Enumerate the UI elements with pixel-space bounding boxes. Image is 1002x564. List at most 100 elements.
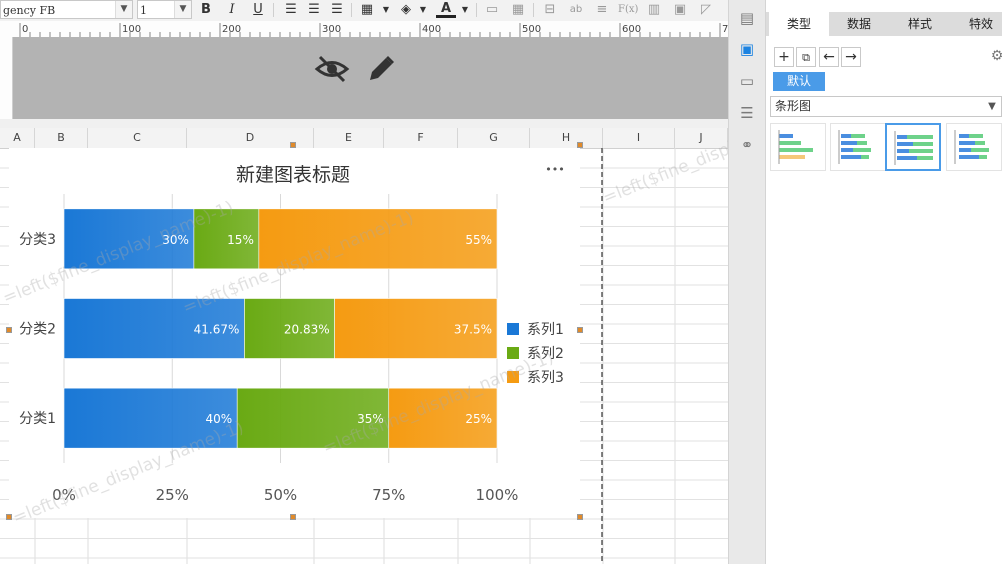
data-label: 55% (465, 233, 492, 247)
bar-style-thumbnail[interactable] (946, 123, 1002, 171)
widget-icon[interactable]: ▭ (737, 71, 757, 91)
bar-3d-icon (954, 130, 989, 164)
chevron-down-icon[interactable]: ▼ (455, 1, 475, 19)
default-chart-tab[interactable]: 默认 (773, 72, 825, 91)
data-label: 40% (206, 412, 233, 426)
bar-style-thumbnail[interactable] (885, 123, 941, 171)
category-label: 分类3 (19, 232, 56, 248)
thumb-bar (841, 155, 861, 159)
arrow-right-icon[interactable]: → (841, 47, 861, 67)
tab-effects[interactable]: 特效 (951, 12, 1002, 36)
thumb-bar (861, 155, 869, 159)
legend-label[interactable]: 系列3 (527, 370, 564, 386)
toolbar-divider (476, 3, 477, 17)
thumb-bar (857, 141, 867, 145)
grid-icon[interactable]: ▦ (508, 1, 528, 19)
data-label: 41.67% (194, 323, 240, 337)
hide-icon[interactable] (314, 53, 350, 85)
legend-swatch (507, 323, 519, 335)
legend-swatch (507, 371, 519, 383)
paragraph-icon[interactable]: ≡ (592, 1, 612, 19)
ruler-label: 600 (622, 24, 641, 35)
thumb-bar (779, 134, 793, 138)
copy-icon[interactable]: ⧉ (796, 47, 816, 67)
ruler-label: 0 (22, 24, 28, 35)
tab-data[interactable]: 数据 (829, 12, 889, 36)
thumb-bar (909, 149, 933, 153)
italic-button[interactable]: I (222, 1, 242, 19)
resize-handle[interactable] (290, 142, 296, 148)
chart-actions: + ⧉ ← → ⚙ (766, 44, 1002, 70)
cell-properties-icon[interactable]: ▤ (737, 8, 757, 28)
more-options-icon[interactable]: ••• (545, 163, 564, 176)
thumb-bar (907, 135, 933, 139)
legend-label[interactable]: 系列2 (527, 346, 564, 362)
chevron-down-icon[interactable]: ▼ (413, 1, 433, 19)
chevron-down-icon[interactable]: ▼ (983, 97, 1001, 116)
bar-percent-stacked-icon (894, 131, 933, 165)
font-family-select[interactable]: gency FB ▼ (0, 0, 133, 19)
underline-button[interactable]: U (248, 1, 268, 19)
formula-icon[interactable]: F(x) (618, 1, 638, 19)
font-size-select[interactable]: 1 ▼ (137, 0, 192, 19)
image-icon[interactable]: ▣ (670, 1, 690, 19)
resize-handle[interactable] (290, 514, 296, 520)
bar-segment[interactable] (258, 208, 498, 270)
align-right-icon[interactable]: ☰ (327, 1, 347, 19)
align-center-icon[interactable]: ☰ (304, 1, 324, 19)
clear-icon[interactable]: ◸ (696, 1, 716, 19)
thumb-bar (841, 148, 853, 152)
add-icon[interactable]: + (774, 47, 794, 67)
bar-chart[interactable]: 新建图表标题 ••• 0% 25% 50% 75% 100% 分类1 40% 35% 25% 分类2 4… (9, 148, 580, 518)
chevron-down-icon[interactable]: ▼ (174, 1, 191, 18)
tab-type[interactable]: 类型 (769, 12, 829, 36)
toolbar-divider (533, 3, 534, 17)
vertical-ruler (0, 37, 13, 119)
chevron-down-icon[interactable]: ▼ (376, 1, 396, 19)
thumb-bar (959, 134, 969, 138)
gear-icon[interactable]: ⚙ (987, 47, 1002, 67)
link-icon[interactable]: ⊟ (540, 1, 560, 19)
bar-style-thumbnail[interactable] (770, 123, 826, 171)
chart-type-value: 条形图 (775, 99, 812, 113)
border-icon[interactable]: ▦ (357, 1, 377, 19)
thumb-bar (897, 149, 909, 153)
thumb-bar (851, 134, 865, 138)
edit-pencil-icon[interactable] (365, 53, 397, 85)
category-label: 分类2 (19, 322, 56, 338)
text-icon[interactable]: ab (566, 1, 586, 19)
chart-icon[interactable]: ▥ (644, 1, 664, 19)
merge-cells-icon[interactable]: ▭ (482, 1, 502, 19)
tab-style[interactable]: 样式 (890, 12, 950, 36)
resize-handle[interactable] (577, 514, 583, 520)
align-left-icon[interactable]: ☰ (281, 1, 301, 19)
condition-icon[interactable]: ☰ (737, 103, 757, 123)
chart-properties-icon[interactable]: ▣ (737, 39, 757, 59)
bar-style-thumbnail[interactable] (830, 123, 886, 171)
thumb-bar (779, 141, 801, 145)
side-icon-strip: ▤ ▣ ▭ ☰ ⚭ (728, 0, 766, 564)
chart-settings-panel: 类型 数据 样式 特效 + ⧉ ← → ⚙ 默认 条形图 ▼ (766, 0, 1002, 564)
resize-handle[interactable] (6, 327, 12, 333)
bold-button[interactable]: B (196, 1, 216, 19)
thumb-bar (959, 148, 971, 152)
format-toolbar: gency FB ▼ 1 ▼ B I U ☰ ☰ ☰ ▦ ▼ ◈ ▼ A ▼ ▭… (0, 0, 728, 22)
ruler-ticks: 0100200300400500600700 (19, 23, 728, 37)
report-header-band (13, 37, 728, 119)
chart-title[interactable]: 新建图表标题 (236, 164, 350, 186)
font-color-icon[interactable]: A (436, 1, 456, 18)
resize-handle[interactable] (577, 327, 583, 333)
x-tick-label: 75% (372, 486, 405, 504)
legend-swatch (507, 347, 519, 359)
data-label: 30% (162, 233, 189, 247)
link-icon[interactable]: ⚭ (737, 135, 757, 155)
chevron-down-icon[interactable]: ▼ (115, 1, 132, 18)
arrow-left-icon[interactable]: ← (819, 47, 839, 67)
resize-handle[interactable] (577, 142, 583, 148)
thumb-bar (913, 142, 933, 146)
chart-type-select[interactable]: 条形图 ▼ (770, 96, 1002, 117)
resize-handle[interactable] (6, 514, 12, 520)
legend-label[interactable]: 系列1 (527, 322, 564, 338)
ruler-label: 400 (422, 24, 441, 35)
category-label: 分类1 (19, 411, 56, 427)
